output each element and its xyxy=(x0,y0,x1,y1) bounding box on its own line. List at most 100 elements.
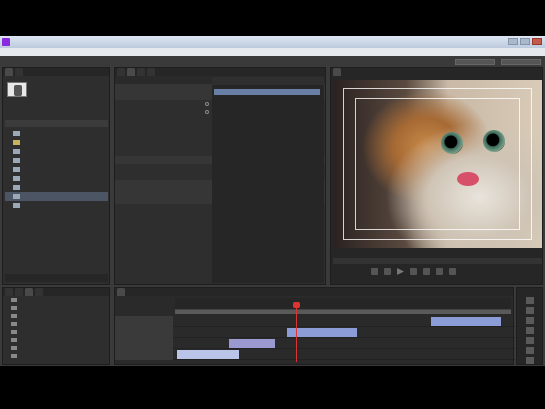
program-monitor-panel xyxy=(330,67,543,285)
tab-sequence[interactable] xyxy=(117,288,125,296)
effect-icon xyxy=(11,338,17,342)
video-track xyxy=(115,349,515,360)
step-forward-button[interactable] xyxy=(423,268,430,275)
timeline-panel xyxy=(114,287,515,365)
effect-icon xyxy=(11,298,17,302)
minimize-button[interactable] xyxy=(508,38,518,45)
image-file-icon xyxy=(13,131,20,136)
track-header[interactable] xyxy=(115,338,173,349)
effect-timeline-clip[interactable] xyxy=(214,89,320,95)
folder-icon xyxy=(13,140,20,145)
effect-item[interactable] xyxy=(3,304,109,312)
project-items xyxy=(5,129,108,210)
tool-buttons xyxy=(519,294,541,364)
effect-item[interactable] xyxy=(3,352,109,360)
list-item[interactable] xyxy=(5,138,108,147)
image-file-icon xyxy=(13,149,20,154)
effect-item[interactable] xyxy=(3,320,109,328)
time-ruler[interactable] xyxy=(175,298,511,310)
list-item[interactable] xyxy=(5,156,108,165)
tab-info[interactable] xyxy=(15,288,23,296)
tab-effect-controls[interactable] xyxy=(127,68,135,76)
effect-controls-timeline xyxy=(212,77,324,283)
track-header[interactable] xyxy=(115,349,173,360)
program-scrubber[interactable] xyxy=(333,258,542,264)
effect-item[interactable] xyxy=(3,344,109,352)
effect-icon xyxy=(11,306,17,310)
effect-icon xyxy=(11,354,17,358)
track-header[interactable] xyxy=(115,327,173,338)
track-select-tool-icon[interactable] xyxy=(526,307,534,314)
menu-bar xyxy=(0,48,545,56)
timeline-tabs xyxy=(115,288,513,296)
effect-icon xyxy=(11,314,17,318)
extract-button[interactable] xyxy=(449,268,456,275)
program-tabs xyxy=(331,68,542,76)
tab-audio-mixer[interactable] xyxy=(137,68,145,76)
effect-item[interactable] xyxy=(3,296,109,304)
close-button[interactable] xyxy=(532,38,542,45)
image-file-icon xyxy=(13,176,20,181)
window-controls xyxy=(508,38,542,45)
keyframe-icon[interactable] xyxy=(205,102,209,106)
list-item[interactable] xyxy=(5,147,108,156)
track-header[interactable] xyxy=(115,316,173,327)
video-track xyxy=(115,338,515,349)
list-item[interactable] xyxy=(5,129,108,138)
effect-item[interactable] xyxy=(3,336,109,344)
program-timecode-bar xyxy=(333,250,542,258)
title-safe-guide xyxy=(355,98,520,230)
razor-tool-icon[interactable] xyxy=(526,327,534,334)
tab-effects[interactable] xyxy=(25,288,33,296)
slip-tool-icon[interactable] xyxy=(526,337,534,344)
maximize-button[interactable] xyxy=(520,38,530,45)
lift-button[interactable] xyxy=(436,268,443,275)
effects-tabs xyxy=(3,288,109,296)
search-input[interactable] xyxy=(501,59,541,65)
work-area-bar[interactable] xyxy=(175,310,511,314)
tab-media-browser[interactable] xyxy=(15,68,23,76)
effect-icon xyxy=(11,322,17,326)
tab-history[interactable] xyxy=(35,288,43,296)
effect-timeline-ruler xyxy=(212,77,324,85)
clip-info xyxy=(31,81,107,96)
timeline-clip[interactable] xyxy=(431,317,501,326)
video-track xyxy=(115,316,515,327)
title-bar xyxy=(0,36,545,48)
program-monitor-view[interactable] xyxy=(333,80,542,248)
keyframe-icon[interactable] xyxy=(205,110,209,114)
step-back-button[interactable] xyxy=(371,268,378,275)
image-file-icon xyxy=(13,203,20,208)
play-button[interactable] xyxy=(397,268,404,275)
workspace-select[interactable] xyxy=(455,59,495,65)
pen-tool-icon[interactable] xyxy=(526,347,534,354)
list-item[interactable] xyxy=(5,201,108,210)
ripple-edit-tool-icon[interactable] xyxy=(526,317,534,324)
effects-panel xyxy=(2,287,110,365)
tab-metadata[interactable] xyxy=(147,68,155,76)
rewind-button[interactable] xyxy=(384,268,391,275)
list-item[interactable] xyxy=(5,183,108,192)
timeline-clip[interactable] xyxy=(287,328,357,337)
forward-button[interactable] xyxy=(410,268,417,275)
effect-item[interactable] xyxy=(3,312,109,320)
list-item[interactable] xyxy=(5,174,108,183)
column-header[interactable] xyxy=(5,120,108,127)
effect-item[interactable] xyxy=(3,328,109,336)
effect-controls-tabs xyxy=(115,68,325,76)
transport-controls xyxy=(371,268,456,275)
tab-program[interactable] xyxy=(333,68,341,76)
timeline-clip[interactable] xyxy=(229,339,275,348)
effect-icon xyxy=(11,346,17,350)
effect-icon xyxy=(11,330,17,334)
clip-info-line xyxy=(31,91,107,96)
tab-media-browser[interactable] xyxy=(5,288,13,296)
list-item[interactable] xyxy=(5,165,108,174)
tab-source[interactable] xyxy=(117,68,125,76)
list-item-selected[interactable] xyxy=(5,192,108,201)
playhead[interactable] xyxy=(293,302,300,362)
tab-project[interactable] xyxy=(5,68,13,76)
selection-tool-icon[interactable] xyxy=(526,297,534,304)
hand-tool-icon[interactable] xyxy=(526,357,534,364)
timeline-clip[interactable] xyxy=(177,350,239,359)
